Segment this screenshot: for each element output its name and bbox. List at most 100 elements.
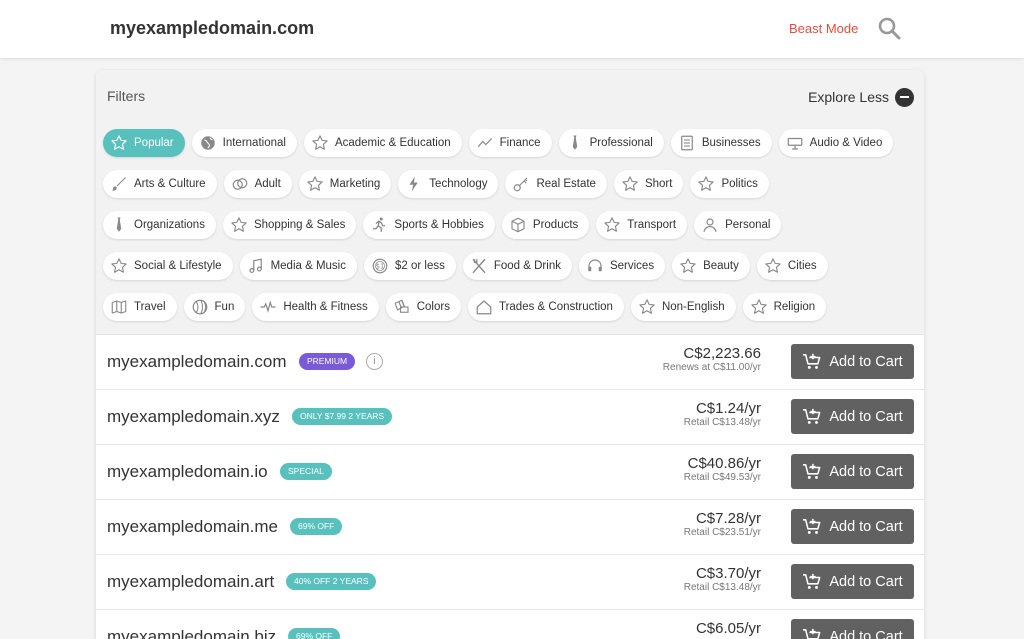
- runner-icon: [369, 215, 389, 235]
- filter-chip-businesses[interactable]: Businesses: [670, 129, 772, 157]
- filter-chip-transport[interactable]: Transport: [596, 211, 688, 239]
- explore-less-label: Explore Less: [808, 89, 889, 105]
- filter-chip-label: Trades & Construction: [498, 301, 613, 313]
- filter-chip-real-estate[interactable]: Real Estate: [505, 170, 607, 198]
- domain-name[interactable]: myexampledomain.me: [107, 517, 278, 537]
- price-block: C$1.24/yr Retail C$13.48/yr: [684, 400, 761, 429]
- add-to-cart-label: Add to Cart: [829, 408, 903, 425]
- filter-chip-short[interactable]: Short: [613, 170, 684, 198]
- add-to-cart-button[interactable]: Add to Cart: [791, 399, 914, 434]
- star-icon: [620, 174, 640, 194]
- brush-icon: [109, 174, 129, 194]
- domain-result-row: myexampledomain.me 69% OFF C$7.28/yr Retail…: [96, 500, 924, 555]
- domain-result-row: myexampledomain.xyz ONLY $7.99 2 YEARS C$1…: [96, 390, 924, 445]
- filter-chip-academic-education[interactable]: Academic & Education: [303, 129, 462, 157]
- filter-chip-audio-video[interactable]: Audio & Video: [778, 129, 894, 157]
- house-icon: [474, 297, 494, 317]
- cart-icon: [802, 353, 822, 371]
- cart-icon: [802, 518, 822, 536]
- filter-chip-adult[interactable]: Adult: [223, 170, 292, 198]
- domain-name[interactable]: myexampledomain.io: [107, 462, 268, 482]
- add-to-cart-button[interactable]: Add to Cart: [791, 454, 914, 489]
- search-domain[interactable]: myexampledomain.com: [110, 18, 314, 39]
- domain-result-row: myexampledomain.io SPECIAL C$40.86/yr Retai…: [96, 445, 924, 500]
- filter-chip-personal[interactable]: Personal: [694, 211, 782, 239]
- filter-chip-beauty[interactable]: Beauty: [672, 252, 750, 280]
- star-icon: [229, 215, 249, 235]
- filter-chip-health-fitness[interactable]: Health & Fitness: [252, 293, 379, 321]
- domain-name[interactable]: myexampledomain.biz: [107, 627, 276, 639]
- add-to-cart-button[interactable]: Add to Cart: [791, 619, 914, 639]
- domain-name[interactable]: myexampledomain.xyz: [107, 407, 280, 427]
- filter-chip-marketing[interactable]: Marketing: [298, 170, 392, 198]
- filter-chip-media-music[interactable]: Media & Music: [239, 252, 357, 280]
- filter-row: Organizations Shopping & Sales Sports & Ho…: [103, 211, 782, 239]
- star-icon: [763, 256, 783, 276]
- building-icon: [677, 133, 697, 153]
- price: C$1.24/yr: [695, 400, 761, 417]
- filter-chip-sports-hobbies[interactable]: Sports & Hobbies: [363, 211, 495, 239]
- cart-icon: [802, 408, 822, 426]
- filter-chip-travel[interactable]: Travel: [103, 293, 177, 321]
- price-note: Renews at C$11.00/yr: [662, 362, 761, 373]
- filter-chip-2-or-less[interactable]: $1 $2 or less: [364, 252, 456, 280]
- star-icon: [109, 256, 129, 276]
- filter-chip-label: Social & Lifestyle: [134, 260, 222, 272]
- explore-less-button[interactable]: Explore Less: [808, 87, 914, 107]
- price-block: C$40.86/yr Retail C$49.53/yr: [684, 455, 761, 484]
- add-to-cart-button[interactable]: Add to Cart: [791, 564, 914, 599]
- filter-chip-label: Technology: [429, 178, 488, 190]
- domain-result-row: myexampledomain.com PREMIUM i C$2,223.66 Ren…: [96, 335, 924, 390]
- price-block: C$3.70/yr Retail C$13.48/yr: [684, 565, 761, 594]
- search-icon[interactable]: [877, 16, 901, 40]
- filter-chip-religion[interactable]: Religion: [742, 293, 827, 321]
- add-to-cart-button[interactable]: Add to Cart: [791, 509, 914, 544]
- filter-chip-label: Professional: [589, 137, 653, 149]
- filter-chip-food-drink[interactable]: Food & Drink: [462, 252, 572, 280]
- filter-chip-technology[interactable]: Technology: [398, 170, 499, 198]
- filter-chip-shopping-sales[interactable]: Shopping & Sales: [222, 211, 357, 239]
- filter-row: Social & Lifestyle Media & Music $1 $2 or l…: [103, 252, 828, 280]
- beast-mode-link[interactable]: Beast Mode: [789, 21, 858, 36]
- cart-icon: [802, 573, 822, 591]
- filter-chip-finance[interactable]: Finance: [468, 129, 552, 157]
- price: C$2,223.66: [683, 345, 761, 362]
- filter-chip-label: Shopping & Sales: [253, 219, 346, 231]
- star-icon: [637, 297, 657, 317]
- domain-name[interactable]: myexampledomain.art: [107, 572, 274, 592]
- filter-chip-fun[interactable]: Fun: [183, 293, 246, 321]
- filter-chip-popular[interactable]: Popular: [103, 129, 185, 157]
- filter-chip-international[interactable]: International: [191, 129, 297, 157]
- filter-chip-label: Cities: [787, 260, 817, 272]
- price-block: C$2,223.66 Renews at C$11.00/yr: [663, 345, 761, 374]
- filter-chip-label: Personal: [725, 219, 771, 231]
- filter-chip-label: International: [222, 137, 286, 149]
- filter-chip-politics[interactable]: Politics: [690, 170, 769, 198]
- filter-chip-services[interactable]: Services: [578, 252, 666, 280]
- filter-chip-trades-construction[interactable]: Trades & Construction: [467, 293, 624, 321]
- add-to-cart-label: Add to Cart: [829, 518, 903, 535]
- add-to-cart-button[interactable]: Add to Cart: [791, 344, 914, 379]
- info-icon[interactable]: i: [366, 353, 383, 370]
- filter-chip-label: Health & Fitness: [283, 301, 368, 313]
- domain-name[interactable]: myexampledomain.com: [107, 352, 287, 372]
- cart-icon: [802, 463, 822, 481]
- add-to-cart-label: Add to Cart: [829, 628, 903, 639]
- star-icon: [602, 215, 622, 235]
- filter-chip-professional[interactable]: Professional: [558, 129, 664, 157]
- filter-chip-label: Popular: [134, 137, 174, 149]
- filter-chip-colors[interactable]: Colors: [385, 293, 461, 321]
- filter-chip-label: Media & Music: [270, 260, 346, 272]
- filter-chip-non-english[interactable]: Non-English: [630, 293, 736, 321]
- filter-chip-cities[interactable]: Cities: [756, 252, 828, 280]
- filter-chip-products[interactable]: Products: [501, 211, 590, 239]
- price-block: C$6.05/yr: [696, 620, 761, 637]
- filter-chip-arts-culture[interactable]: Arts & Culture: [103, 170, 217, 198]
- domain-result-row: myexampledomain.biz 69% OFF C$6.05/yr Add t…: [96, 610, 924, 639]
- coin-icon: $1: [370, 256, 390, 276]
- filter-chip-social-lifestyle[interactable]: Social & Lifestyle: [103, 252, 233, 280]
- bolt-icon: [404, 174, 424, 194]
- promo-badge: 69% OFF: [290, 518, 343, 535]
- filter-chip-label: Real Estate: [536, 178, 596, 190]
- filter-chip-organizations[interactable]: Organizations: [103, 211, 216, 239]
